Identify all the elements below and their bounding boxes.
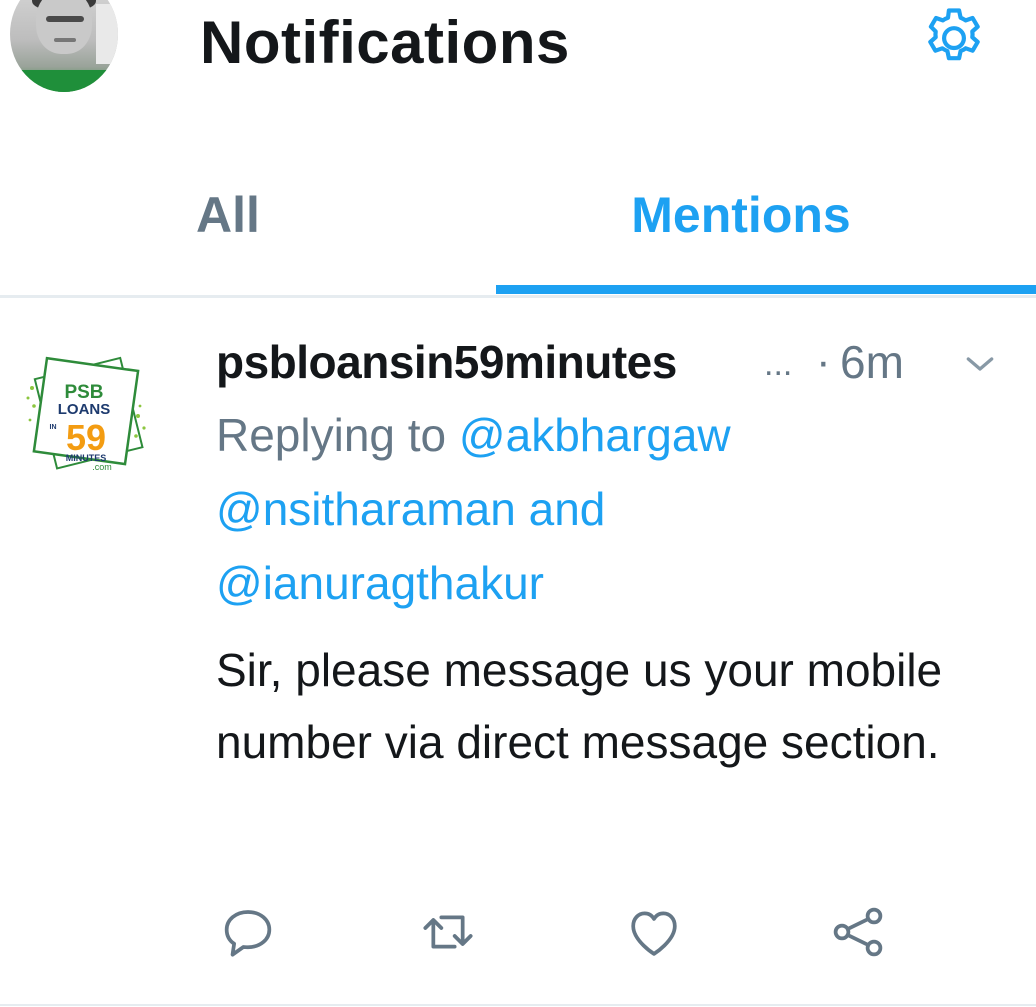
tweet-text: Sir, please message us your mobile numbe… [216, 644, 943, 768]
replying-to: Replying to @akbhargaw @nsitharaman and … [216, 398, 1006, 620]
mention-link[interactable]: @akbhargaw [459, 409, 731, 461]
tab-all-label: All [196, 187, 260, 243]
replying-to-label: Replying to [216, 409, 447, 461]
logo-number: 59 [66, 417, 106, 458]
mention-link[interactable]: @ianuragthakur [216, 557, 544, 609]
tab-mentions-label: Mentions [631, 187, 851, 243]
tweet-item[interactable]: PSB LOANS IN 59 MINUTES .com psbloansin5… [0, 300, 1036, 1006]
name-truncation: ... [764, 345, 793, 383]
logo-text: PSB [64, 382, 103, 403]
separator: · [816, 337, 831, 386]
logo-text: LOANS [58, 401, 111, 418]
page-title: Notifications [200, 9, 570, 76]
author-name[interactable]: psbloansin59minutes [216, 332, 677, 392]
logo-text: IN [50, 424, 57, 431]
mention-and: and [528, 483, 606, 535]
chevron-down-icon[interactable] [960, 344, 1000, 384]
tweet-actions [216, 900, 916, 970]
share-icon[interactable] [826, 900, 890, 964]
app-header: Notifications [0, 0, 1036, 110]
tweet-header: psbloansin59minutes ... · 6m [216, 332, 996, 392]
author-avatar[interactable]: PSB LOANS IN 59 MINUTES .com [10, 336, 160, 486]
tab-mentions[interactable]: Mentions [496, 170, 1036, 295]
tweet-timestamp[interactable]: 6m [840, 332, 904, 392]
mention-link[interactable]: @nsitharaman [216, 483, 516, 535]
retweet-icon[interactable] [416, 900, 480, 964]
gear-icon[interactable] [918, 3, 990, 75]
logo-text: .com [92, 462, 112, 472]
reply-icon[interactable] [216, 900, 280, 964]
active-tab-indicator [496, 285, 1036, 294]
tab-all[interactable]: All [0, 170, 496, 295]
like-icon[interactable] [622, 900, 686, 964]
notification-tabs: All Mentions [0, 170, 1036, 298]
user-avatar[interactable] [10, 0, 118, 92]
